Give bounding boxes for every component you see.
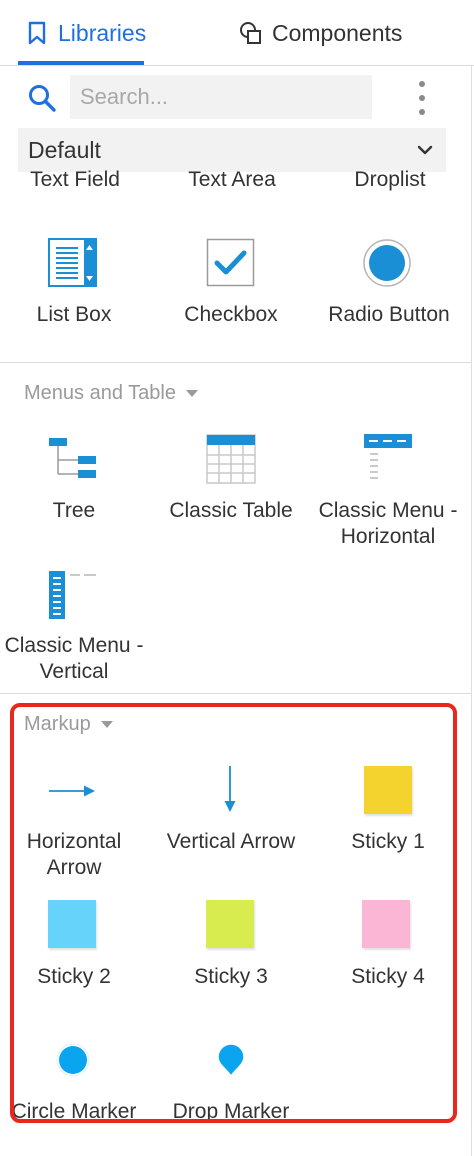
drop-marker-label: Drop Marker — [172, 1100, 290, 1123]
tab-libraries-label: Libraries — [58, 19, 147, 46]
markup-header[interactable]: Markup — [24, 713, 113, 736]
checkbox-label: Checkbox — [184, 303, 278, 326]
search-row — [0, 67, 474, 129]
sticky-2-icon[interactable] — [48, 900, 96, 948]
tree-icon[interactable] — [48, 437, 98, 488]
radio-button-icon[interactable] — [362, 238, 412, 293]
tab-components-label: Components — [272, 19, 403, 46]
classic-table-label: Classic Table — [169, 499, 293, 522]
caret-down-icon — [185, 390, 198, 397]
text-field-label[interactable]: Text Field — [30, 168, 120, 192]
droplist-label[interactable]: Droplist — [345, 168, 435, 192]
library-select[interactable]: Default — [18, 128, 446, 172]
bookmark-icon — [28, 21, 46, 45]
circle-marker-label: Circle Marker — [11, 1100, 137, 1123]
library-select-value: Default — [28, 136, 101, 163]
list-box-label: List Box — [36, 303, 112, 326]
horizontal-arrow-icon[interactable] — [48, 782, 98, 805]
sticky-3-icon[interactable] — [206, 900, 254, 948]
menus-and-table-title: Menus and Table — [24, 382, 176, 404]
section-divider — [0, 362, 471, 363]
sticky-4-icon[interactable] — [362, 900, 410, 948]
sticky-1-label: Sticky 1 — [351, 830, 425, 853]
search-input[interactable] — [70, 75, 372, 119]
panel-tabs: Libraries Components — [0, 0, 474, 66]
classic-menu-horizontal-label-2: Horizontal — [340, 525, 436, 548]
sticky-1-icon[interactable] — [364, 766, 412, 814]
classic-menu-vertical-label-2: Vertical — [39, 660, 109, 683]
circle-marker-icon[interactable] — [56, 1043, 90, 1082]
tab-components[interactable]: Components — [238, 0, 402, 66]
horizontal-arrow-label-1: Horizontal — [26, 830, 122, 853]
components-icon — [240, 22, 261, 44]
classic-menu-horizontal-label-1: Classic Menu - — [318, 499, 458, 522]
horizontal-arrow-label-2: Arrow — [46, 856, 102, 879]
classic-menu-vertical-label-1: Classic Menu - — [4, 634, 144, 657]
radio-button-label: Radio Button — [328, 303, 450, 326]
section-divider — [0, 693, 471, 694]
search-icon[interactable] — [27, 83, 57, 113]
chevron-down-icon — [417, 145, 433, 155]
sticky-3-label: Sticky 3 — [194, 965, 268, 988]
list-box-icon[interactable] — [48, 238, 98, 293]
menus-and-table-header[interactable]: Menus and Table — [24, 382, 198, 405]
caret-down-icon — [100, 721, 113, 728]
classic-menu-vertical-icon[interactable] — [48, 570, 98, 625]
markup-title: Markup — [24, 713, 91, 735]
classic-table-icon[interactable] — [206, 434, 256, 489]
vertical-arrow-label: Vertical Arrow — [166, 830, 296, 853]
text-area-label[interactable]: Text Area — [182, 168, 282, 192]
tab-libraries[interactable]: Libraries — [24, 0, 146, 66]
checkbox-icon[interactable] — [206, 238, 256, 293]
classic-menu-horizontal-icon[interactable] — [364, 434, 412, 489]
active-tab-indicator — [18, 61, 144, 65]
drop-marker-icon[interactable] — [215, 1042, 247, 1083]
sticky-4-label: Sticky 4 — [351, 965, 425, 988]
tree-label: Tree — [52, 499, 96, 522]
sticky-2-label: Sticky 2 — [37, 965, 111, 988]
more-options-icon[interactable] — [412, 81, 432, 115]
panel-right-border — [471, 66, 472, 1156]
vertical-arrow-icon[interactable] — [220, 765, 240, 820]
